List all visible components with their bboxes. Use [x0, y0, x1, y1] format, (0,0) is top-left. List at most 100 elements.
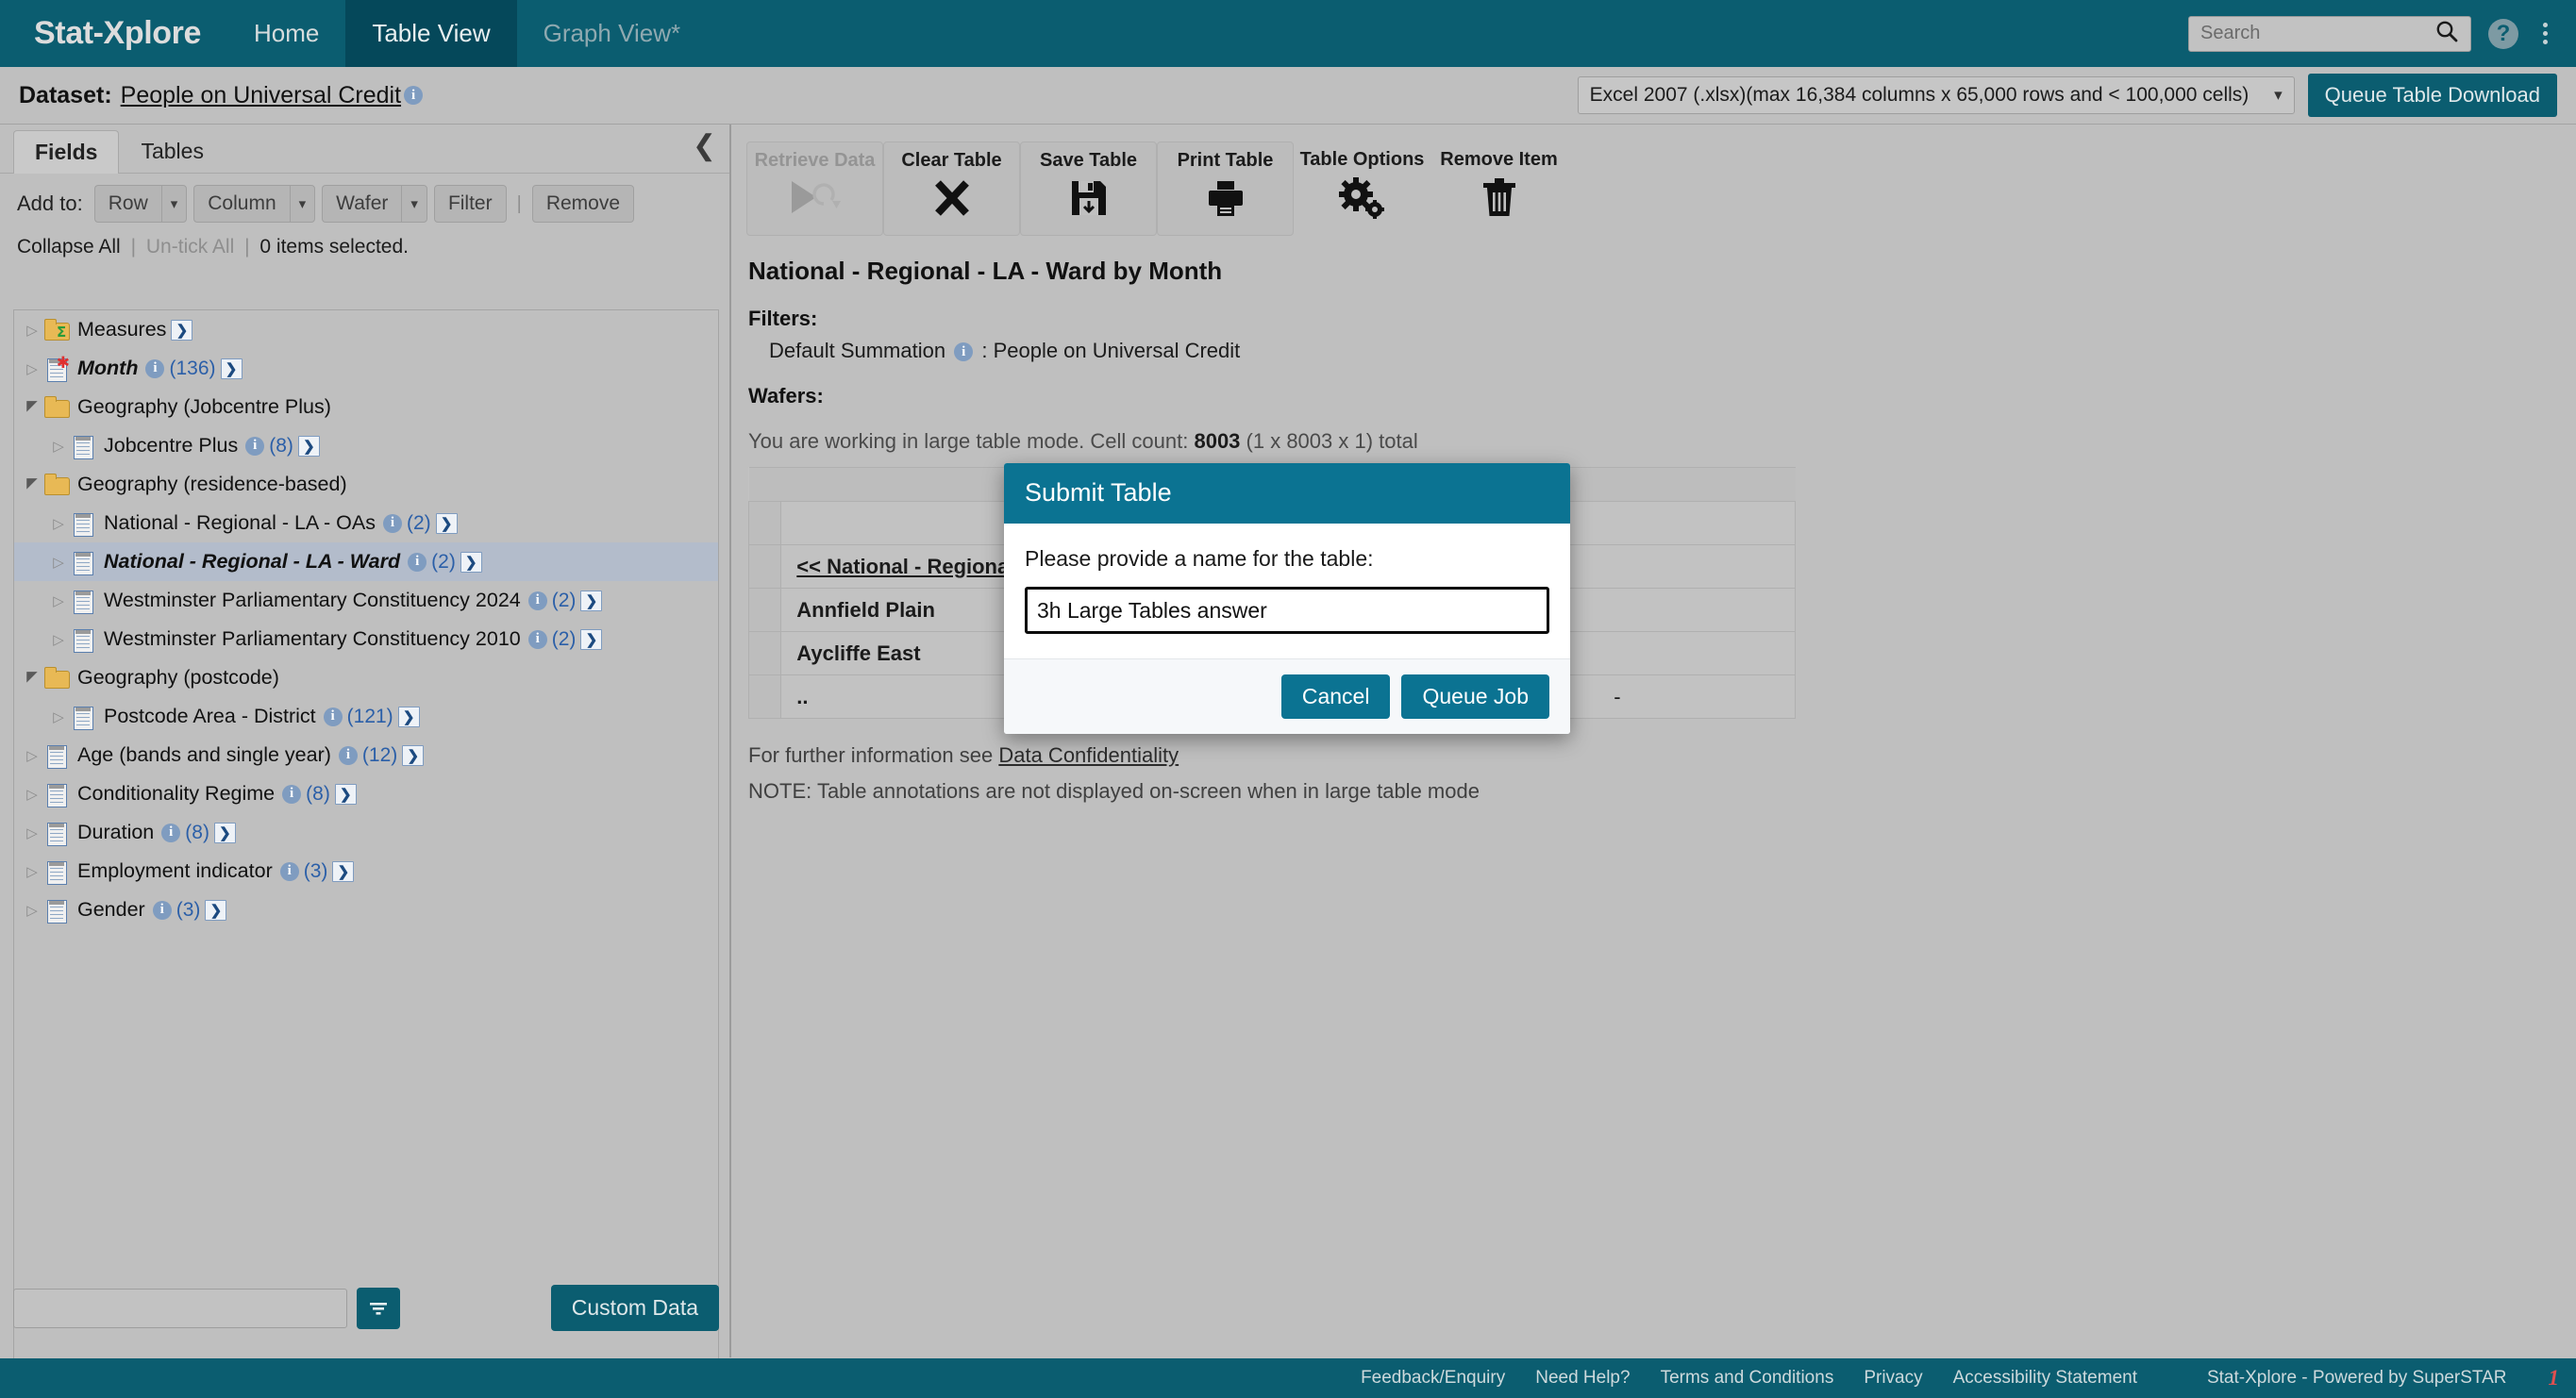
tree-expander-collapsed-icon[interactable]: ▷	[22, 360, 42, 377]
tree-expander-collapsed-icon[interactable]: ▷	[48, 708, 69, 725]
open-field-icon[interactable]: ❯	[220, 358, 243, 379]
tree-item[interactable]: ▷ Westminster Parliamentary Constituency …	[14, 620, 718, 658]
filter-button[interactable]: Filter	[433, 185, 507, 223]
tree-expander-collapsed-icon[interactable]: ▷	[22, 863, 42, 880]
tree-item[interactable]: ▷ Employment indicator i (3) ❯	[14, 852, 718, 890]
download-format-select[interactable]: Excel 2007 (.xlsx)(max 16,384 columns x …	[1577, 76, 2295, 114]
save-table-button[interactable]: Save Table	[1020, 141, 1157, 236]
tree-item[interactable]: ◢ Geography (residence-based)	[14, 465, 718, 504]
open-field-icon[interactable]: ❯	[460, 551, 482, 573]
open-field-icon[interactable]: ❯	[435, 512, 458, 534]
add-to-wafer-split-button[interactable]: Wafer ▾	[322, 185, 427, 223]
tree-item[interactable]: ▷ National - Regional - LA - OAs i (2) ❯	[14, 504, 718, 542]
tree-item[interactable]: ▷ Postcode Area - District i (121) ❯	[14, 697, 718, 736]
chevron-left-icon[interactable]: ❮	[693, 132, 716, 160]
add-to-wafer-button[interactable]: Wafer	[322, 185, 402, 223]
add-to-column-dropdown-icon[interactable]: ▾	[289, 185, 316, 223]
footer-link-need-help[interactable]: Need Help?	[1535, 1368, 1630, 1389]
untick-all-link[interactable]: Un-tick All	[146, 236, 234, 258]
footer-link-feedback[interactable]: Feedback/Enquiry	[1361, 1368, 1505, 1389]
info-icon[interactable]: i	[383, 513, 402, 533]
tree-expander-collapsed-icon[interactable]: ▷	[22, 786, 42, 803]
add-to-column-button[interactable]: Column	[193, 185, 290, 223]
tree-expander-collapsed-icon[interactable]: ▷	[22, 902, 42, 919]
nav-tab-graph-view[interactable]: Graph View*	[517, 0, 708, 67]
filter-icon[interactable]	[357, 1287, 400, 1329]
add-to-row-button[interactable]: Row	[93, 185, 161, 223]
tree-expander-collapsed-icon[interactable]: ▷	[48, 631, 69, 648]
open-field-icon[interactable]: ❯	[580, 590, 603, 611]
queue-table-download-button[interactable]: Queue Table Download	[2307, 74, 2557, 117]
tree-expander-expanded-icon[interactable]: ◢	[22, 399, 42, 416]
queue-job-button[interactable]: Queue Job	[1401, 674, 1549, 719]
tree-item[interactable]: ◢ Geography (postcode)	[14, 658, 718, 697]
info-icon[interactable]: i	[527, 629, 547, 649]
open-field-icon[interactable]: ❯	[171, 319, 193, 341]
search-icon[interactable]	[2434, 19, 2459, 48]
tree-item[interactable]: ▷ Westminster Parliamentary Constituency …	[14, 581, 718, 620]
print-table-button[interactable]: Print Table	[1157, 141, 1294, 236]
add-to-row-split-button[interactable]: Row ▾	[93, 185, 188, 223]
dataset-info-icon[interactable]: i	[404, 86, 424, 105]
info-icon[interactable]: i	[145, 358, 165, 378]
tree-item[interactable]: ▷ Age (bands and single year) i (12) ❯	[14, 736, 718, 774]
help-icon[interactable]: ?	[2488, 18, 2518, 49]
global-search-box[interactable]	[2188, 15, 2471, 52]
filter-info-icon[interactable]: i	[954, 342, 974, 362]
info-icon[interactable]: i	[152, 900, 172, 920]
collapse-all-link[interactable]: Collapse All	[17, 236, 121, 258]
retrieve-data-button[interactable]: Retrieve Data	[746, 141, 883, 236]
tree-item[interactable]: ▷ Jobcentre Plus i (8) ❯	[14, 426, 718, 465]
nav-tab-home[interactable]: Home	[227, 0, 345, 67]
tree-expander-collapsed-icon[interactable]: ▷	[48, 438, 69, 455]
footer-link-accessibility[interactable]: Accessibility Statement	[1953, 1368, 2137, 1389]
tree-expander-collapsed-icon[interactable]: ▷	[22, 747, 42, 764]
cancel-button[interactable]: Cancel	[1280, 674, 1391, 719]
open-field-icon[interactable]: ❯	[402, 744, 425, 766]
add-to-wafer-dropdown-icon[interactable]: ▾	[401, 185, 427, 223]
open-field-icon[interactable]: ❯	[334, 783, 357, 805]
open-field-icon[interactable]: ❯	[297, 435, 320, 457]
tree-expander-expanded-icon[interactable]: ◢	[22, 476, 42, 493]
tree-item[interactable]: ▷ ✱ Month i (136) ❯	[14, 349, 718, 388]
tab-tables[interactable]: Tables	[119, 129, 225, 173]
open-field-icon[interactable]: ❯	[397, 706, 420, 727]
tree-item[interactable]: ◢ Geography (Jobcentre Plus)	[14, 388, 718, 426]
table-name-input[interactable]	[1025, 587, 1549, 634]
info-icon[interactable]: i	[282, 784, 302, 804]
tree-expander-expanded-icon[interactable]: ◢	[22, 670, 42, 687]
tree-expander-collapsed-icon[interactable]: ▷	[48, 554, 69, 571]
info-icon[interactable]: i	[323, 707, 343, 726]
tab-fields[interactable]: Fields	[13, 130, 120, 174]
info-icon[interactable]: i	[527, 591, 547, 610]
info-icon[interactable]: i	[408, 552, 427, 572]
info-icon[interactable]: i	[245, 436, 265, 456]
remove-button[interactable]: Remove	[531, 185, 635, 223]
info-icon[interactable]: i	[279, 861, 299, 881]
footer-link-privacy[interactable]: Privacy	[1864, 1368, 1922, 1389]
open-field-icon[interactable]: ❯	[580, 628, 603, 650]
data-confidentiality-link[interactable]: Data Confidentiality	[998, 743, 1179, 767]
kebab-menu-icon[interactable]	[2535, 19, 2555, 48]
remove-item-button[interactable]: Remove Item	[1430, 141, 1567, 236]
footer-link-terms[interactable]: Terms and Conditions	[1661, 1368, 1834, 1389]
info-icon[interactable]: i	[161, 823, 181, 842]
tree-item[interactable]: ▷ Conditionality Regime i (8) ❯	[14, 774, 718, 813]
add-to-row-dropdown-icon[interactable]: ▾	[160, 185, 188, 223]
open-field-icon[interactable]: ❯	[213, 822, 236, 843]
add-to-column-split-button[interactable]: Column ▾	[193, 185, 316, 223]
tree-item[interactable]: ▷ Σ Measures ❯	[14, 310, 718, 349]
tree-item[interactable]: ▷ Gender i (3) ❯	[14, 890, 718, 929]
clear-table-button[interactable]: Clear Table	[883, 141, 1020, 236]
tree-expander-collapsed-icon[interactable]: ▷	[48, 515, 69, 532]
custom-data-button[interactable]: Custom Data	[550, 1285, 719, 1331]
info-icon[interactable]: i	[338, 745, 358, 765]
tree-item[interactable]: ▷ National - Regional - LA - Ward i (2) ❯	[14, 542, 718, 581]
tree-expander-collapsed-icon[interactable]: ▷	[22, 824, 42, 841]
tree-expander-collapsed-icon[interactable]: ▷	[22, 322, 42, 339]
tree-item[interactable]: ▷ Duration i (8) ❯	[14, 813, 718, 852]
open-field-icon[interactable]: ❯	[332, 860, 355, 882]
open-field-icon[interactable]: ❯	[205, 899, 227, 921]
table-options-button[interactable]: Table Options	[1294, 141, 1430, 236]
nav-tab-table-view[interactable]: Table View	[345, 0, 517, 67]
